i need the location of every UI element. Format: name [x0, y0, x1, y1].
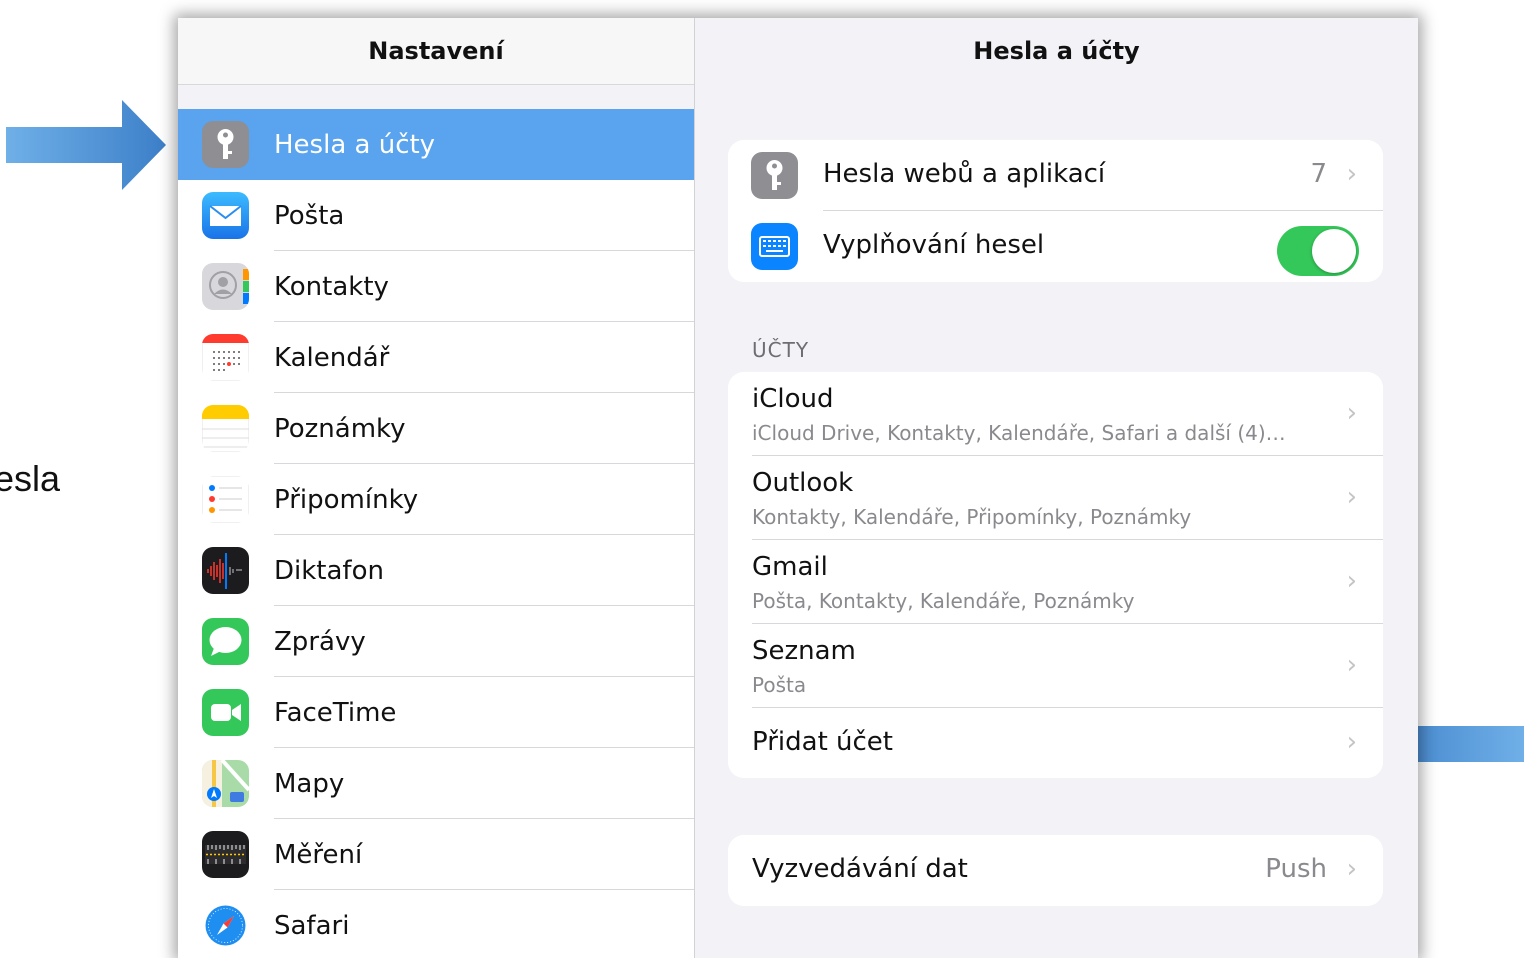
account-services: Kontakty, Kalendáře, Připomínky, Poznámk…	[752, 505, 1192, 529]
passwords-card: Hesla webů a aplikací 7 › Vyplňování hes…	[728, 140, 1383, 282]
mail-icon	[202, 192, 249, 239]
chevron-right-icon: ›	[1346, 727, 1357, 757]
sidebar-item-reminders[interactable]: Připomínky	[178, 464, 694, 535]
detail-header: Hesla a účty	[695, 18, 1418, 84]
sidebar-item-voice-memos[interactable]: Diktafon	[178, 535, 694, 606]
measure-icon	[202, 831, 249, 878]
account-services: iCloud Drive, Kontakty, Kalendáře, Safar…	[752, 421, 1286, 445]
keyboard-icon	[751, 223, 798, 270]
chevron-right-icon: ›	[1346, 159, 1357, 189]
sidebar-item-notes[interactable]: Poznámky	[178, 393, 694, 464]
sidebar-item-maps[interactable]: Mapy	[178, 748, 694, 819]
sidebar-item-calendar[interactable]: Kalendář	[178, 322, 694, 393]
account-services: Pošta	[752, 673, 807, 697]
settings-sidebar: Nastavení Hesla a účty Pošta Kontakty Ka…	[178, 18, 695, 958]
maps-icon	[202, 760, 249, 807]
password-count: 7	[1310, 159, 1327, 189]
autofill-toggle[interactable]	[1277, 226, 1359, 276]
row-label: Vyzvedávání dat	[752, 854, 968, 884]
key-icon	[202, 121, 249, 168]
sidebar-item-passwords-accounts[interactable]: Hesla a účty	[178, 109, 694, 180]
account-row-seznam[interactable]: Seznam Pošta ›	[728, 624, 1383, 708]
website-app-passwords-row[interactable]: Hesla webů a aplikací 7 ›	[728, 140, 1383, 211]
voice-memos-icon	[202, 547, 249, 594]
chevron-right-icon: ›	[1346, 398, 1357, 428]
sidebar-item-mail[interactable]: Pošta	[178, 180, 694, 251]
sidebar-item-contacts[interactable]: Kontakty	[178, 251, 694, 322]
calendar-icon	[202, 334, 249, 381]
reminders-icon	[202, 476, 249, 523]
fetch-data-card: Vyzvedávání dat Push ›	[728, 835, 1383, 906]
safari-icon	[202, 902, 249, 949]
sidebar-header: Nastavení	[178, 18, 694, 85]
account-name: Gmail	[752, 552, 828, 582]
row-label: Vyplňování hesel	[823, 230, 1045, 260]
sidebar-item-label: Hesla a účty	[274, 129, 436, 160]
account-name: Seznam	[752, 636, 856, 666]
sidebar-item-measure[interactable]: Měření	[178, 819, 694, 890]
sidebar-item-label: Pošta	[274, 200, 345, 231]
account-row-outlook[interactable]: Outlook Kontakty, Kalendáře, Připomínky,…	[728, 456, 1383, 540]
annotation-arrow-left	[6, 100, 166, 190]
sidebar-item-label: FaceTime	[274, 697, 397, 728]
slide-text-fragment: Hesla	[0, 458, 60, 499]
account-name: iCloud	[752, 384, 834, 414]
sidebar-item-label: Kontakty	[274, 271, 389, 302]
key-icon	[751, 152, 798, 199]
row-label: Hesla webů a aplikací	[823, 159, 1106, 189]
ipad-screen: Nastavení Hesla a účty Pošta Kontakty Ka…	[178, 18, 1418, 958]
sidebar-item-label: Mapy	[274, 768, 345, 799]
sidebar-item-messages[interactable]: Zprávy	[178, 606, 694, 677]
notes-icon	[202, 405, 249, 452]
add-account-label: Přidat účet	[752, 727, 893, 757]
sidebar-item-label: Diktafon	[274, 555, 384, 586]
account-row-icloud[interactable]: iCloud iCloud Drive, Kontakty, Kalendáře…	[728, 372, 1383, 456]
sidebar-item-label: Safari	[274, 910, 350, 941]
sidebar-item-label: Poznámky	[274, 413, 406, 444]
sidebar-title: Nastavení	[368, 37, 504, 65]
facetime-icon	[202, 689, 249, 736]
fetch-value: Push	[1265, 854, 1327, 884]
chevron-right-icon: ›	[1346, 650, 1357, 680]
account-services: Pošta, Kontakty, Kalendáře, Poznámky	[752, 589, 1135, 613]
password-autofill-row: Vyplňování hesel	[728, 211, 1383, 282]
messages-icon	[202, 618, 249, 665]
sidebar-item-safari[interactable]: Safari	[178, 890, 694, 958]
chevron-right-icon: ›	[1346, 566, 1357, 596]
detail-title: Hesla a účty	[973, 37, 1140, 65]
sidebar-item-label: Měření	[274, 839, 363, 870]
contacts-icon	[202, 263, 249, 310]
add-account-row[interactable]: Přidat účet ›	[728, 708, 1383, 778]
chevron-right-icon: ›	[1346, 482, 1357, 512]
account-name: Outlook	[752, 468, 854, 498]
detail-pane: Hesla a účty Hesla webů a aplikací 7 › V…	[695, 18, 1418, 958]
sidebar-item-label: Kalendář	[274, 342, 390, 373]
fetch-new-data-row[interactable]: Vyzvedávání dat Push ›	[728, 835, 1383, 906]
sidebar-item-facetime[interactable]: FaceTime	[178, 677, 694, 748]
accounts-section-header: ÚČTY	[752, 338, 810, 362]
chevron-right-icon: ›	[1346, 854, 1357, 884]
sidebar-item-label: Připomínky	[274, 484, 419, 515]
accounts-card: iCloud iCloud Drive, Kontakty, Kalendáře…	[728, 372, 1383, 778]
sidebar-item-label: Zprávy	[274, 626, 366, 657]
account-row-gmail[interactable]: Gmail Pošta, Kontakty, Kalendáře, Poznám…	[728, 540, 1383, 624]
